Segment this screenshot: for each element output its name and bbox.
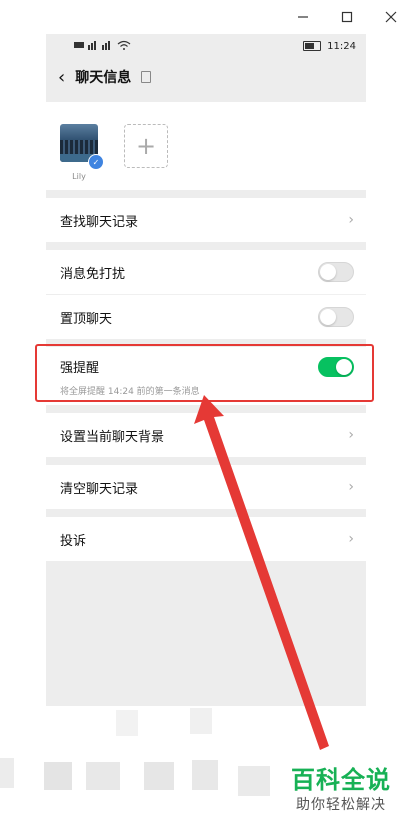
watermark-subtitle: 助你轻松解决 — [296, 797, 386, 813]
watermark: 百科全说 助你轻松解决 — [282, 760, 400, 816]
blurred-region — [0, 708, 270, 796]
watermark-title: 百科全说 — [291, 766, 391, 794]
